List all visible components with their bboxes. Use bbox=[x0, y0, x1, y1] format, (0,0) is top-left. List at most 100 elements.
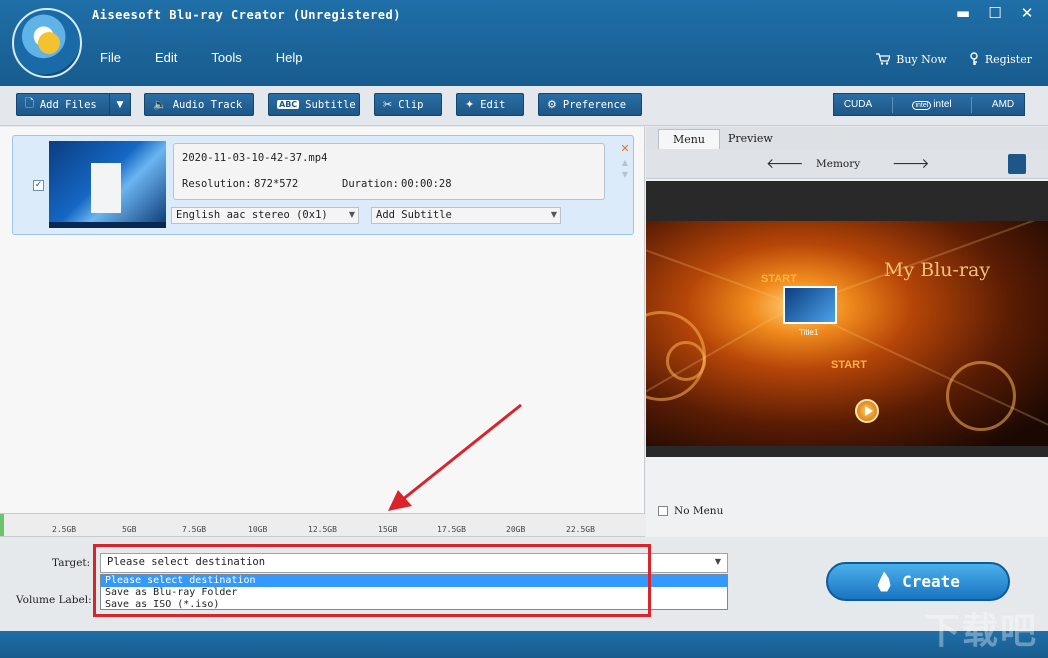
app-title: Aiseesoft Blu-ray Creator (Unregistered) bbox=[92, 8, 401, 22]
tab-preview[interactable]: Preview bbox=[714, 129, 787, 149]
minimize-icon[interactable]: ▬ bbox=[952, 4, 974, 22]
file-list-pane: ✓ 2020-11-03-10-42-37.mp4 Resolution: 87… bbox=[0, 127, 645, 513]
intel-label: intel intel bbox=[912, 99, 952, 110]
edit-label: Edit bbox=[480, 98, 506, 111]
flame-icon bbox=[877, 571, 891, 592]
option-save-bluray-folder[interactable]: Save as Blu-ray Folder bbox=[101, 587, 727, 599]
menu-title-text: My Blu-ray bbox=[884, 259, 991, 281]
capacity-tick-label: 22.5GB bbox=[566, 525, 595, 534]
tab-menu[interactable]: Menu bbox=[658, 129, 720, 149]
key-icon bbox=[970, 52, 978, 65]
create-label: Create bbox=[902, 572, 960, 591]
scissors-icon: ✂ bbox=[383, 98, 393, 111]
item-controls: ✕ ▲ ▼ bbox=[619, 142, 631, 182]
panel-tabs: Menu Preview bbox=[646, 127, 1048, 149]
template-navigator: 🡐 Memory 🡒 bbox=[646, 149, 1048, 179]
subtitle-select[interactable]: Add Subtitle ▼ bbox=[371, 207, 561, 224]
cart-icon bbox=[876, 53, 891, 65]
disc-capacity-bar: 2.5GB 5GB 7.5GB 10GB 12.5GB 15GB 17.5GB … bbox=[0, 513, 645, 537]
divider bbox=[891, 96, 893, 113]
menu-start-label: START bbox=[761, 273, 797, 285]
capacity-tick-label: 2.5GB bbox=[52, 525, 77, 534]
menu-tools[interactable]: Tools bbox=[211, 50, 241, 65]
app-logo-icon bbox=[12, 8, 82, 78]
audio-track-label: Audio Track bbox=[172, 98, 243, 111]
resolution-value: 872*572 bbox=[254, 178, 299, 190]
menu-edit[interactable]: Edit bbox=[155, 50, 177, 65]
preference-button[interactable]: ⚙ Preference bbox=[538, 93, 642, 116]
create-button[interactable]: Create bbox=[826, 562, 1010, 601]
add-files-label: Add Files bbox=[39, 98, 97, 111]
window-controls: ▬ ☐ ✕ bbox=[952, 4, 1038, 22]
title-thumbnail[interactable] bbox=[783, 286, 837, 324]
add-files-dropdown-button[interactable]: ▼ bbox=[109, 93, 131, 116]
close-icon[interactable]: ✕ bbox=[1016, 4, 1038, 22]
move-up-icon[interactable]: ▲ bbox=[622, 158, 628, 167]
chevron-down-icon: ▼ bbox=[348, 210, 355, 219]
capacity-tick-label: 20GB bbox=[506, 525, 526, 534]
menu-help[interactable]: Help bbox=[276, 50, 303, 65]
header-actions: Buy Now Register bbox=[876, 52, 1032, 66]
chevron-down-icon: ▼ bbox=[714, 557, 721, 566]
option-save-iso[interactable]: Save as ISO (*.iso) bbox=[101, 599, 727, 611]
menu-start-label: START bbox=[831, 359, 867, 371]
destination-dropdown: Please select destination Save as Blu-ra… bbox=[100, 574, 728, 610]
template-name: Memory bbox=[816, 158, 861, 170]
chevron-down-icon: ▼ bbox=[116, 99, 124, 110]
maximize-icon[interactable]: ☐ bbox=[984, 4, 1006, 22]
gear-icon: ⚙ bbox=[547, 98, 557, 111]
no-menu-label: No Menu bbox=[674, 505, 724, 517]
option-select-destination[interactable]: Please select destination bbox=[101, 575, 727, 587]
arrow-right-icon[interactable]: 🡒 bbox=[892, 155, 930, 172]
capacity-tick-label: 7.5GB bbox=[182, 525, 207, 534]
edit-menu-icon[interactable] bbox=[1008, 154, 1026, 174]
intel-logo-icon: intel bbox=[912, 101, 932, 110]
subtitle-label: Subtitle bbox=[305, 98, 356, 111]
menu-bar: File Edit Tools Help bbox=[100, 50, 336, 65]
file-info-box: 2020-11-03-10-42-37.mp4 Resolution: 872*… bbox=[173, 143, 605, 200]
duration-value: 00:00:28 bbox=[401, 178, 452, 190]
capacity-tick-label: 5GB bbox=[122, 525, 137, 534]
speaker-icon: 🔈 bbox=[153, 98, 167, 111]
title-caption: Title1 bbox=[799, 328, 819, 337]
destination-value: Please select destination bbox=[107, 556, 266, 568]
buy-now-label: Buy Now bbox=[896, 52, 947, 66]
move-down-icon[interactable]: ▼ bbox=[622, 170, 628, 179]
status-bar bbox=[0, 631, 1048, 658]
menu-background-image: My Blu-ray START Title1 START bbox=[646, 221, 1048, 446]
add-files-button[interactable]: 🗋 Add Files bbox=[16, 93, 110, 116]
menu-preview: My Blu-ray START Title1 START bbox=[646, 181, 1048, 457]
resolution-label: Resolution: bbox=[182, 178, 252, 190]
buy-now-button[interactable]: Buy Now bbox=[876, 52, 947, 66]
clip-button[interactable]: ✂ Clip bbox=[374, 93, 442, 116]
output-settings: Target: Volume Label: Please select dest… bbox=[0, 537, 1048, 631]
no-menu-checkbox[interactable] bbox=[658, 506, 668, 516]
destination-select[interactable]: Please select destination ▼ bbox=[100, 553, 728, 573]
subtitle-button[interactable]: ABC Subtitle bbox=[268, 93, 360, 116]
abc-icon: ABC bbox=[277, 100, 300, 109]
thumbnail-taskbar bbox=[49, 222, 166, 228]
remove-file-icon[interactable]: ✕ bbox=[620, 142, 629, 155]
file-checkbox[interactable]: ✓ bbox=[33, 180, 44, 191]
audio-track-button[interactable]: 🔈 Audio Track bbox=[144, 93, 254, 116]
play-icon[interactable] bbox=[855, 399, 879, 423]
file-name: 2020-11-03-10-42-37.mp4 bbox=[182, 152, 328, 164]
file-list-item[interactable]: ✓ 2020-11-03-10-42-37.mp4 Resolution: 87… bbox=[12, 135, 634, 235]
acceleration-panel[interactable]: CUDA intel intel AMD bbox=[833, 93, 1025, 116]
subtitle-value: Add Subtitle bbox=[376, 209, 452, 221]
register-button[interactable]: Register bbox=[969, 52, 1032, 66]
divider bbox=[971, 96, 973, 113]
video-thumbnail bbox=[49, 141, 166, 228]
menu-file[interactable]: File bbox=[100, 50, 121, 65]
watermark-logo: 下载吧 bbox=[923, 611, 1038, 652]
arrow-left-icon[interactable]: 🡐 bbox=[766, 155, 804, 172]
no-menu-option[interactable]: No Menu bbox=[658, 505, 723, 517]
clip-label: Clip bbox=[398, 98, 424, 111]
add-file-icon: 🗋 bbox=[25, 97, 34, 110]
capacity-used-fill bbox=[0, 514, 4, 536]
register-label: Register bbox=[984, 52, 1032, 66]
thumbnail-window bbox=[91, 163, 121, 213]
edit-button[interactable]: ✦ Edit bbox=[456, 93, 524, 116]
audio-track-select[interactable]: English aac stereo (0x1) ▼ bbox=[171, 207, 359, 224]
intel-text: intel bbox=[933, 99, 952, 110]
